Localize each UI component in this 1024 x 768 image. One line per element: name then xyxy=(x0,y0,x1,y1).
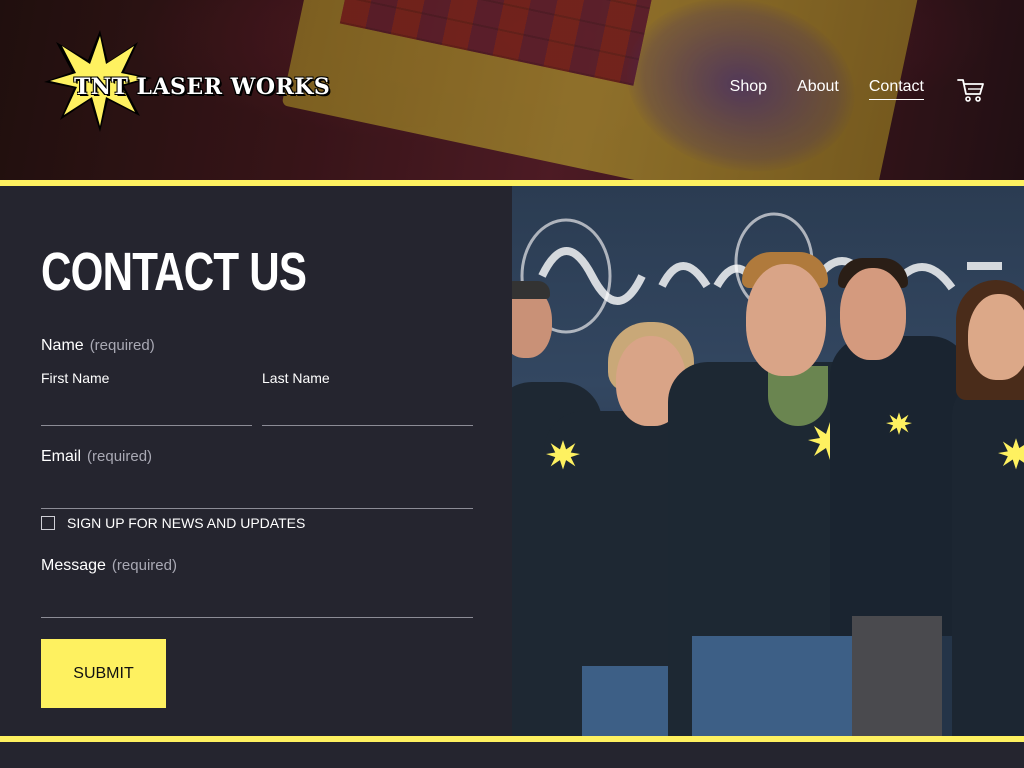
jacket-logo-icon xyxy=(886,412,912,435)
brand-name: TNT LASER WORKS xyxy=(74,74,331,100)
nav-about[interactable]: About xyxy=(797,78,839,100)
message-required-tag: (required) xyxy=(111,557,177,574)
nav-contact[interactable]: Contact xyxy=(868,78,924,100)
hero-header: TNT LASER WORKS Shop About Contact xyxy=(0,0,1024,180)
accent-divider-bottom xyxy=(0,736,1024,742)
shopping-cart-icon[interactable] xyxy=(956,76,986,104)
email-label: Email (required) xyxy=(41,448,153,465)
contact-form-panel: CONTACT US Name (required) First Name Las… xyxy=(0,186,512,736)
newsletter-label: SIGN UP FOR NEWS AND UPDATES xyxy=(67,515,306,531)
nav-shop[interactable]: Shop xyxy=(730,78,767,100)
message-label: Message (required) xyxy=(41,557,177,574)
name-required-tag: (required) xyxy=(89,337,155,354)
newsletter-option[interactable]: SIGN UP FOR NEWS AND UPDATES xyxy=(41,515,305,531)
newsletter-checkbox[interactable] xyxy=(41,516,55,530)
team-photo xyxy=(512,186,1024,736)
last-name-field[interactable] xyxy=(262,400,473,426)
page-title: CONTACT US xyxy=(41,242,307,302)
name-label: Name (required) xyxy=(41,337,155,354)
email-required-tag: (required) xyxy=(87,448,153,465)
site-logo[interactable]: TNT LASER WORKS xyxy=(42,28,330,132)
email-field[interactable] xyxy=(41,483,473,509)
last-name-label: Last Name xyxy=(262,370,330,386)
jacket-logo-icon xyxy=(546,440,580,470)
main-nav: Shop About Contact xyxy=(730,78,924,100)
first-name-label: First Name xyxy=(41,370,110,386)
message-field[interactable] xyxy=(41,592,473,618)
jacket-logo-icon xyxy=(998,438,1024,470)
first-name-field[interactable] xyxy=(41,400,252,426)
submit-button[interactable]: SUBMIT xyxy=(41,639,166,708)
